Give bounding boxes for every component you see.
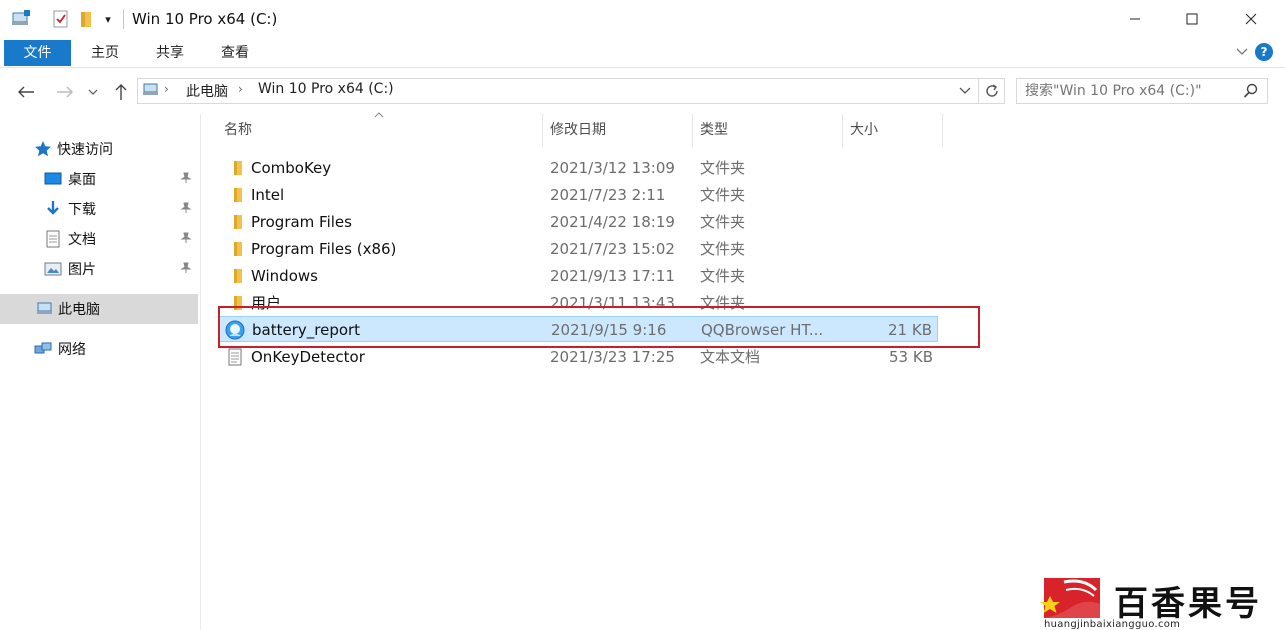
folder-icon (225, 159, 245, 177)
file-row[interactable]: ComboKey 2021/3/12 13:09 文件夹 (219, 155, 938, 181)
network-icon (34, 340, 52, 358)
file-name: Program Files (251, 213, 352, 231)
text-file-icon (225, 348, 245, 366)
column-header-row: 名称 修改日期 类型 大小 (217, 114, 943, 147)
file-type: 文件夹 (700, 240, 746, 258)
refresh-icon[interactable] (978, 79, 1004, 103)
file-date: 2021/4/22 18:19 (550, 213, 675, 231)
sort-ascending-icon (374, 110, 384, 121)
breadcrumb-chevron-icon: › (164, 82, 169, 96)
computer-icon (142, 82, 160, 102)
nav-item-this-pc[interactable]: 此电脑 (0, 294, 198, 324)
close-button[interactable] (1228, 0, 1274, 38)
address-bar[interactable]: › 此电脑 › Win 10 Pro x64 (C:) (137, 78, 1005, 104)
watermark: 百香果号 huangjinbaixiangguo.com (1036, 574, 1285, 630)
breadcrumb-chevron-icon: › (238, 82, 243, 96)
expand-ribbon-icon[interactable] (1235, 44, 1249, 62)
maximize-button[interactable] (1169, 0, 1215, 38)
column-header-type[interactable]: 类型 (693, 114, 843, 147)
file-type: 文件夹 (700, 159, 746, 177)
address-dropdown-icon[interactable] (954, 79, 976, 103)
file-row[interactable]: Program Files (x86) 2021/7/23 15:02 文件夹 (219, 236, 938, 262)
column-header-date[interactable]: 修改日期 (543, 114, 693, 147)
new-folder-icon[interactable] (76, 9, 96, 29)
window-title: Win 10 Pro x64 (C:) (132, 10, 278, 28)
recent-locations-icon[interactable] (85, 80, 101, 104)
minimize-button[interactable] (1112, 0, 1158, 38)
pin-icon[interactable] (180, 262, 192, 277)
highlight-annotation-box (218, 306, 980, 348)
nav-item-network[interactable]: 网络 (0, 334, 198, 364)
file-name: ComboKey (251, 159, 332, 177)
nav-item-documents[interactable]: 文档 (0, 224, 198, 254)
folder-icon (225, 240, 245, 258)
watermark-url: huangjinbaixiangguo.com (1044, 619, 1181, 630)
search-input[interactable] (1025, 82, 1235, 100)
nav-item-quick-access[interactable]: 快速访问 (0, 134, 198, 164)
navigation-pane: 快速访问 桌面 下载 文档 图片 此电脑 网络 (0, 114, 201, 630)
title-bar: ▾ Win 10 Pro x64 (C:) (0, 0, 1285, 38)
computer-icon (36, 300, 54, 318)
desktop-icon (44, 170, 62, 188)
tab-file[interactable]: 文件 (4, 40, 71, 66)
back-arrow-icon[interactable] (14, 80, 38, 104)
file-type: 文件夹 (700, 186, 746, 204)
watermark-title: 百香果号 (1114, 584, 1262, 624)
breadcrumb-drive[interactable]: Win 10 Pro x64 (C:) (258, 81, 394, 97)
pin-icon[interactable] (180, 172, 192, 187)
file-date: 2021/9/13 17:11 (550, 267, 675, 285)
customize-quick-access-dropdown[interactable]: ▾ (100, 9, 116, 29)
watermark-logo-icon (1040, 574, 1104, 622)
search-box[interactable] (1016, 78, 1268, 104)
forward-arrow-icon[interactable] (53, 80, 77, 104)
search-icon[interactable] (1243, 83, 1259, 103)
file-type: 文件夹 (700, 213, 746, 231)
folder-icon (225, 213, 245, 231)
computer-icon[interactable] (10, 9, 32, 29)
file-date: 2021/7/23 15:02 (550, 240, 675, 258)
file-row[interactable]: Program Files 2021/4/22 18:19 文件夹 (219, 209, 938, 235)
pictures-icon (44, 260, 62, 278)
file-date: 2021/7/23 2:11 (550, 186, 666, 204)
nav-item-downloads[interactable]: 下载 (0, 194, 198, 224)
title-separator (123, 9, 124, 29)
file-date: 2021/3/12 13:09 (550, 159, 675, 177)
column-header-size[interactable]: 大小 (843, 114, 943, 147)
file-row[interactable]: Windows 2021/9/13 17:11 文件夹 (219, 263, 938, 289)
file-row[interactable]: Intel 2021/7/23 2:11 文件夹 (219, 182, 938, 208)
ribbon-tabs: 文件 主页 共享 查看 ? (0, 38, 1285, 68)
file-name: Windows (251, 267, 318, 285)
breadcrumb-this-pc[interactable]: 此电脑 (186, 81, 228, 101)
nav-item-pictures[interactable]: 图片 (0, 254, 198, 284)
pin-icon[interactable] (180, 202, 192, 217)
file-type: 文件夹 (700, 267, 746, 285)
folder-icon (225, 267, 245, 285)
tab-share[interactable]: 共享 (147, 40, 193, 66)
up-arrow-icon[interactable] (109, 80, 133, 104)
pin-icon[interactable] (180, 232, 192, 247)
nav-item-desktop[interactable]: 桌面 (0, 164, 198, 194)
file-name: Intel (251, 186, 285, 204)
document-icon (44, 230, 62, 248)
file-name: Program Files (x86) (251, 240, 397, 258)
tab-home[interactable]: 主页 (82, 40, 128, 66)
download-icon (44, 200, 62, 218)
folder-icon (225, 186, 245, 204)
help-icon[interactable]: ? (1255, 43, 1273, 61)
properties-icon[interactable] (50, 9, 72, 29)
star-icon (34, 140, 52, 158)
tab-view[interactable]: 查看 (212, 40, 258, 66)
